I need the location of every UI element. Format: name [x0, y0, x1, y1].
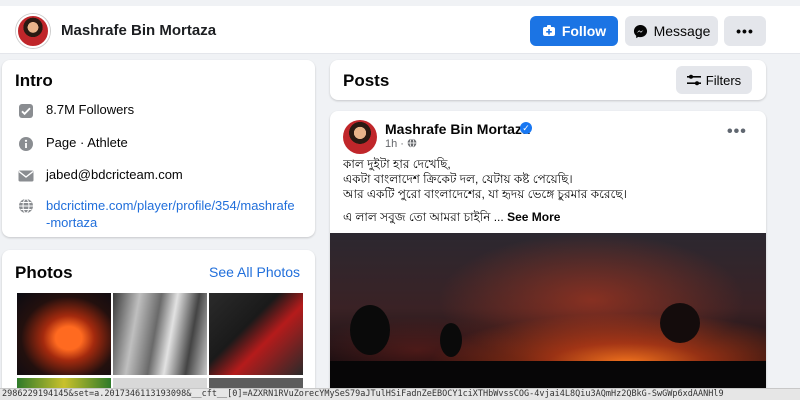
messenger-icon	[633, 24, 647, 38]
tree-silhouette	[440, 323, 462, 357]
post-timestamp[interactable]: 1h ·	[385, 138, 417, 150]
intro-card: Intro 8.7M Followers Page · Athlete jabe…	[2, 60, 315, 237]
followers-count: 8.7M Followers	[46, 102, 135, 117]
post-options-icon[interactable]: •••	[727, 123, 747, 141]
post-author-name[interactable]: Mashrafe Bin Mortaza	[385, 121, 530, 137]
posts-header-card: Posts Filters	[330, 60, 766, 100]
website-row: bdcrictime.com/player/profile/354/mashra…	[17, 197, 295, 231]
photo-thumbnail[interactable]	[113, 378, 207, 388]
more-options-button[interactable]: •••	[724, 16, 766, 46]
message-label: Message	[653, 23, 711, 39]
contact-email[interactable]: jabed@bdcricteam.com	[46, 167, 183, 182]
verified-badge-icon: ✓	[520, 122, 532, 134]
category-row: Page · Athlete	[17, 135, 128, 153]
post-photo[interactable]	[330, 233, 766, 400]
photos-title: Photos	[15, 263, 73, 282]
tree-silhouette	[660, 303, 700, 343]
info-icon	[17, 135, 35, 153]
more-icon: •••	[736, 23, 754, 39]
profile-header-bar: Mashrafe Bin Mortaza Follow Message •••	[0, 6, 800, 54]
photo-thumbnail[interactable]	[113, 293, 207, 375]
post-line: একটা বাংলাদেশ ক্রিকেট দল, যেটায় কষ্ট পে…	[343, 172, 573, 186]
post-time: 1h ·	[385, 138, 408, 150]
envelope-icon	[17, 167, 35, 185]
photo-thumbnail[interactable]	[209, 293, 303, 375]
photo-thumbnail[interactable]	[17, 293, 111, 375]
page-category: Page · Athlete	[46, 135, 128, 150]
followers-row: 8.7M Followers	[17, 102, 134, 120]
see-all-photos-link[interactable]: See All Photos	[209, 264, 300, 280]
profile-name[interactable]: Mashrafe Bin Mortaza	[61, 22, 216, 39]
browser-status-url: 2986229194145&set=a.2017346113193098&__c…	[0, 388, 800, 400]
globe-icon	[17, 197, 35, 215]
photos-card: Photos See All Photos	[2, 250, 315, 400]
post-body: কাল দুইটা হার দেখেছি, একটা বাংলাদেশ ক্রি…	[343, 157, 753, 225]
website-link[interactable]: bdcrictime.com/player/profile/354/mashra…	[46, 197, 295, 231]
globe-icon	[407, 138, 417, 148]
followers-icon	[17, 102, 35, 120]
website-link-line2: -mortaza	[46, 215, 98, 230]
tree-silhouette	[350, 305, 390, 355]
profile-avatar[interactable]	[16, 14, 50, 48]
photo-thumbnail[interactable]	[17, 378, 111, 388]
see-more-link[interactable]: See More	[507, 210, 560, 224]
post-last-line: এ লাল সবুজ তো আমরা চাইনি ...	[343, 210, 504, 224]
post-line: কাল দুইটা হার দেখেছি,	[343, 157, 451, 171]
follow-label: Follow	[561, 23, 607, 39]
filters-label: Filters	[705, 72, 742, 88]
photo-thumbnail[interactable]	[209, 378, 303, 388]
intro-title: Intro	[15, 71, 53, 90]
follow-icon	[542, 25, 555, 36]
email-row: jabed@bdcricteam.com	[17, 167, 183, 185]
follow-button[interactable]: Follow	[530, 16, 618, 46]
filters-button[interactable]: Filters	[676, 66, 752, 94]
post-card: Mashrafe Bin Mortaza ✓ 1h · ••• কাল দুইট…	[330, 111, 766, 400]
posts-title: Posts	[343, 71, 390, 90]
message-button[interactable]: Message	[625, 16, 718, 46]
post-author-avatar[interactable]	[343, 120, 377, 154]
website-link-line1: bdcrictime.com/player/profile/354/mashra…	[46, 198, 295, 213]
filters-icon	[686, 74, 701, 86]
post-line-last: এ লাল সবুজ তো আমরা চাইনি ... See More	[343, 210, 753, 225]
post-line: আর একটি পুরো বাংলাদেশের, যা হৃদয় ভেঙ্গে…	[343, 187, 627, 201]
